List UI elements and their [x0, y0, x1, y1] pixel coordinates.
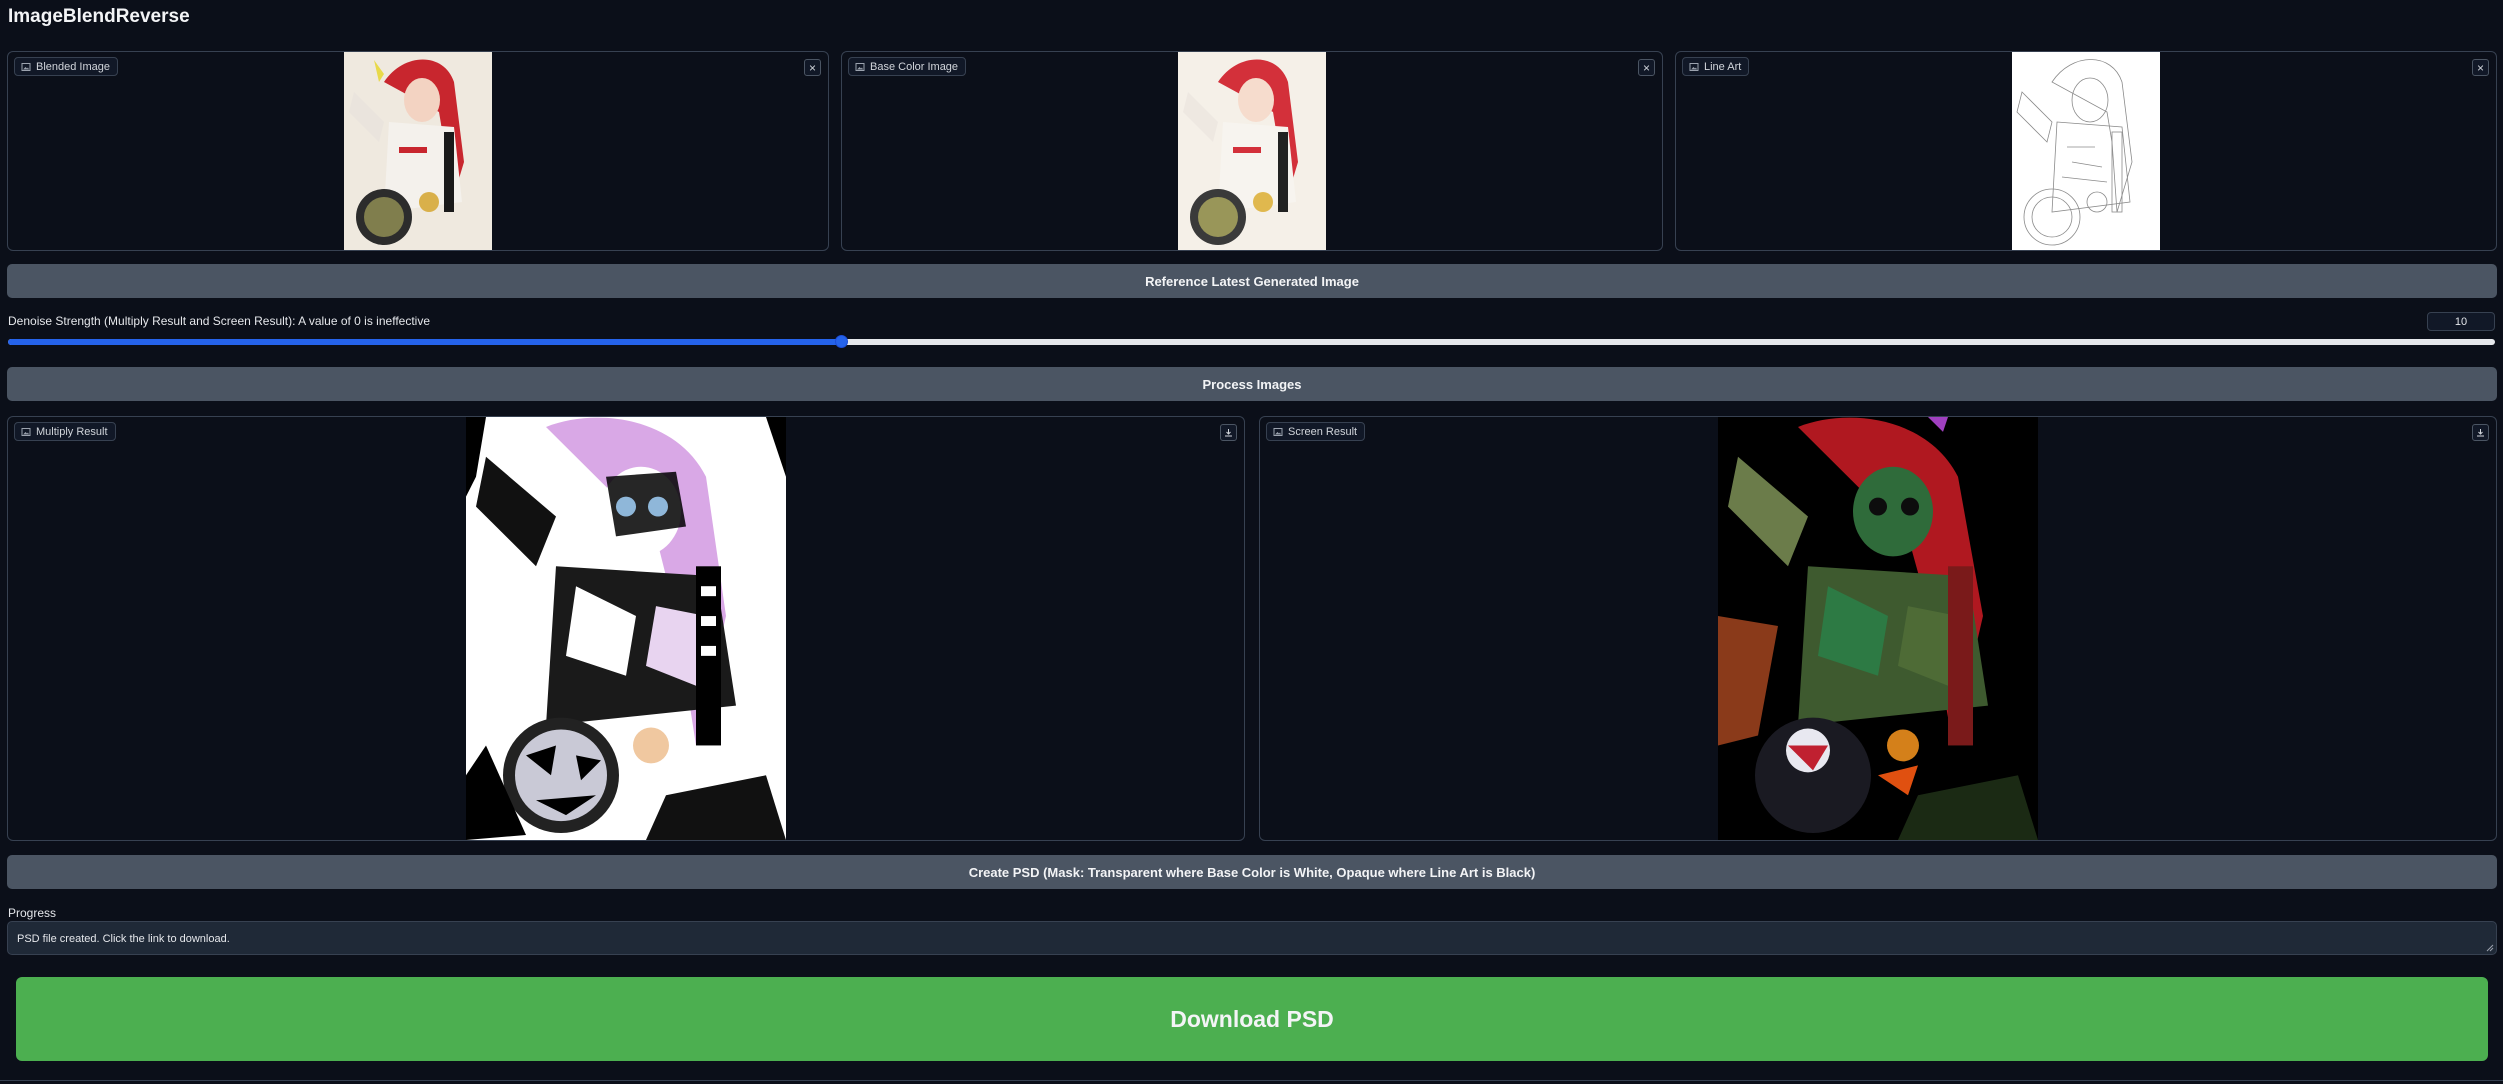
- progress-label: Progress: [8, 906, 57, 920]
- screen-result-image: [1718, 417, 2038, 840]
- denoise-number-input[interactable]: 10: [2427, 312, 2495, 331]
- base-color-panel[interactable]: Base Color Image ×: [841, 51, 1663, 251]
- screen-result-label-text: Screen Result: [1288, 425, 1358, 438]
- line-art-image: [2012, 52, 2160, 250]
- progress-textbox[interactable]: PSD file created. Click the link to down…: [7, 921, 2497, 955]
- clear-blended-button[interactable]: ×: [804, 59, 821, 76]
- denoise-label: Denoise Strength (Multiply Result and Sc…: [8, 314, 430, 328]
- image-icon: [21, 62, 31, 71]
- denoise-slider[interactable]: [8, 335, 2495, 348]
- multiply-result-panel: Multiply Result: [7, 416, 1245, 841]
- multiply-result-image: [466, 417, 786, 840]
- base-color-label-text: Base Color Image: [870, 60, 959, 73]
- footer-divider: [0, 1080, 2503, 1081]
- screen-result-panel: Screen Result: [1259, 416, 2497, 841]
- screen-result-label: Screen Result: [1266, 422, 1366, 441]
- close-icon: ×: [808, 60, 816, 75]
- image-icon: [1273, 427, 1283, 436]
- base-color-label: Base Color Image: [848, 57, 967, 76]
- create-psd-button[interactable]: Create PSD (Mask: Transparent where Base…: [7, 855, 2497, 889]
- clear-base-color-button[interactable]: ×: [1638, 59, 1655, 76]
- process-images-button[interactable]: Process Images: [7, 367, 2497, 401]
- reference-latest-button[interactable]: Reference Latest Generated Image: [7, 264, 2497, 298]
- image-icon: [21, 427, 31, 436]
- download-psd-button[interactable]: Download PSD: [16, 977, 2488, 1061]
- download-screen-button[interactable]: [2472, 424, 2489, 441]
- close-icon: ×: [1642, 60, 1650, 75]
- clear-line-art-button[interactable]: ×: [2472, 59, 2489, 76]
- blended-image-label-text: Blended Image: [36, 60, 110, 73]
- close-icon: ×: [2476, 60, 2484, 75]
- multiply-result-label: Multiply Result: [14, 422, 116, 441]
- app-title: ImageBlendReverse: [8, 6, 190, 27]
- line-art-panel[interactable]: Line Art ×: [1675, 51, 2497, 251]
- blended-image-panel[interactable]: Blended Image ×: [7, 51, 829, 251]
- image-icon: [1689, 62, 1699, 71]
- line-art-label-text: Line Art: [1704, 60, 1742, 73]
- base-color-image: [1178, 52, 1326, 250]
- resize-grip-icon[interactable]: [2486, 944, 2494, 952]
- multiply-result-label-text: Multiply Result: [36, 425, 108, 438]
- blended-image: [344, 52, 492, 250]
- blended-image-label: Blended Image: [14, 57, 118, 76]
- download-multiply-button[interactable]: [1220, 424, 1237, 441]
- progress-text: PSD file created. Click the link to down…: [17, 933, 230, 945]
- download-icon: [2477, 429, 2484, 437]
- line-art-label: Line Art: [1682, 57, 1750, 76]
- image-icon: [855, 62, 865, 71]
- download-icon: [1225, 429, 1232, 437]
- denoise-slider-handle[interactable]: [835, 335, 849, 348]
- denoise-slider-fill: [8, 339, 842, 345]
